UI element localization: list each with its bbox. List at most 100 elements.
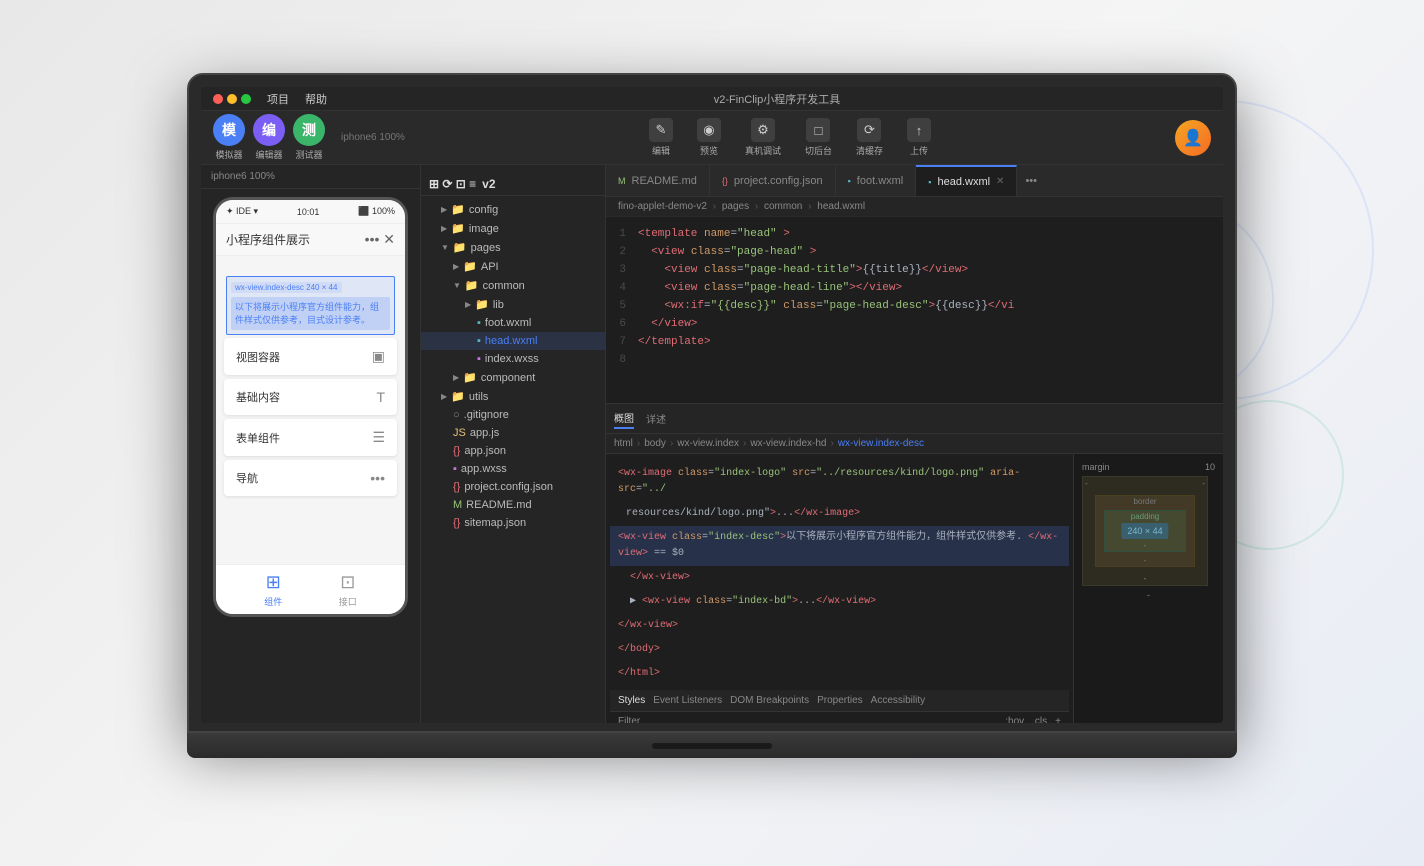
code-line-6: 6 </view>: [606, 315, 1223, 333]
tab-footwxml[interactable]: ▪ foot.wxml: [836, 165, 917, 196]
md-file-icon: M: [453, 499, 462, 511]
styles-tab-event-listeners[interactable]: Event Listeners: [653, 694, 722, 707]
nav-components[interactable]: ⊞ 组件: [264, 572, 282, 608]
devtools-tab-overview[interactable]: 概图: [614, 408, 634, 429]
breadcrumb: fino-applet-demo-v2 › pages › common › h…: [606, 197, 1223, 217]
wxss-file-icon: ▪: [477, 353, 481, 365]
tab-projectconfig[interactable]: {} project.config.json: [710, 165, 836, 196]
code-line-8: 8: [606, 351, 1223, 369]
preview-action[interactable]: ◉ 预览: [697, 118, 721, 157]
preview-icon: ◉: [697, 118, 721, 142]
tree-item-config[interactable]: ▶ 📁 config: [421, 200, 605, 219]
toolbar-left: 模 模拟器 编 编辑器 测 测试器 iphone6 100%: [213, 114, 405, 161]
chevron-icon: ▶: [441, 224, 447, 233]
device-debug-action[interactable]: ⚙ 真机调试: [745, 118, 781, 157]
box-border-bottom: -: [1144, 556, 1147, 565]
tree-item-utils[interactable]: ▶ 📁 utils: [421, 387, 605, 406]
devtools-body: <wx-image class="index-logo" src="../res…: [606, 454, 1223, 723]
tester-button[interactable]: 测 测试器: [293, 114, 325, 161]
phone-bottom-nav: ⊞ 组件 ⊡ 接口: [216, 564, 405, 614]
tree-item-api[interactable]: ▶ 📁 API: [421, 257, 605, 276]
styles-tabs: Styles Event Listeners DOM Breakpoints P…: [610, 690, 1069, 712]
tree-item-readme[interactable]: M README.md: [421, 496, 605, 514]
tree-item-common[interactable]: ▼ 📁 common: [421, 276, 605, 295]
list-item-icon-0: ▣: [372, 348, 385, 365]
edit-action[interactable]: ✎ 编辑: [649, 118, 673, 157]
devtools-header: 概图 详述: [606, 404, 1223, 434]
tree-item-image[interactable]: ▶ 📁 image: [421, 219, 605, 238]
list-item-label-2: 表单组件: [236, 430, 280, 446]
tree-item-label: head.wxml: [485, 335, 538, 347]
tree-item-pages[interactable]: ▼ 📁 pages: [421, 238, 605, 257]
path-index-desc[interactable]: wx-view.index-desc: [838, 438, 924, 449]
filter-input[interactable]: [648, 716, 997, 723]
path-html[interactable]: html: [614, 438, 633, 449]
main-content: iphone6 100% ✦ IDE ▾ 10:01 ⬛ 100% 小程序组件展…: [201, 165, 1223, 723]
close-button[interactable]: [213, 94, 223, 104]
maximize-button[interactable]: [241, 94, 251, 104]
highlight-text: 以下将展示小程序官方组件能力，组件样式仅供参考，目式设计参考。: [231, 297, 390, 330]
box-padding-bottom: -: [1144, 541, 1147, 550]
tree-item-foot-wxml[interactable]: ▪ foot.wxml: [421, 314, 605, 332]
path-index-hd[interactable]: wx-view.index-hd: [750, 438, 826, 449]
user-avatar[interactable]: 👤: [1175, 120, 1211, 156]
path-index[interactable]: wx-view.index: [677, 438, 739, 449]
menu-help[interactable]: 帮助: [305, 91, 327, 107]
filter-add[interactable]: +: [1055, 716, 1061, 723]
tree-item-gitignore[interactable]: ○ .gitignore: [421, 406, 605, 424]
background-action[interactable]: □ 切后台: [805, 118, 832, 157]
upload-action[interactable]: ↑ 上传: [907, 118, 931, 157]
tab-readme[interactable]: M README.md: [606, 165, 710, 196]
tree-item-projectconfig[interactable]: {} project.config.json: [421, 478, 605, 496]
tree-item-index-wxss[interactable]: ▪ index.wxss: [421, 350, 605, 368]
editor-icon: 编: [253, 114, 285, 146]
tree-item-label: project.config.json: [464, 481, 553, 493]
tab-icon-headwxml: ▪: [928, 177, 931, 187]
toolbar-right: 👤: [1175, 120, 1211, 156]
laptop-container: 项目 帮助 v2-FinClip小程序开发工具 模 模拟器 编 编辑器: [187, 73, 1237, 793]
tree-item-sitemap[interactable]: {} sitemap.json: [421, 514, 605, 532]
code-line-5: 5 <wx:if="{{desc}}" class="page-head-des…: [606, 297, 1223, 315]
filter-cls[interactable]: .cls: [1032, 716, 1047, 723]
tab-close-headwxml[interactable]: ✕: [996, 176, 1004, 187]
filter-hov[interactable]: :hov: [1005, 716, 1024, 723]
minimize-button[interactable]: [227, 94, 237, 104]
upload-icon: ↑: [907, 118, 931, 142]
menu-project[interactable]: 项目: [267, 91, 289, 107]
html-section: <wx-image class="index-logo" src="../res…: [610, 458, 1069, 690]
tab-icon-projectconfig: {}: [722, 176, 728, 186]
code-line-3: 3 <view class="page-head-title">{{title}…: [606, 261, 1223, 279]
simulator-button[interactable]: 模 模拟器: [213, 114, 245, 161]
styles-tab-styles[interactable]: Styles: [618, 694, 645, 707]
editor-code[interactable]: 1 <template name="head" > 2: [606, 217, 1223, 403]
tree-item-appjson[interactable]: {} app.json: [421, 442, 605, 460]
path-body[interactable]: body: [644, 438, 666, 449]
box-padding-title: padding: [1131, 512, 1159, 521]
devtools-tab-detail[interactable]: 详述: [646, 409, 666, 428]
styles-tab-accessibility[interactable]: Accessibility: [871, 694, 925, 707]
clear-cache-action[interactable]: ⟳ 清缓存: [856, 118, 883, 157]
styles-tab-dom-breakpoints[interactable]: DOM Breakpoints: [730, 694, 809, 707]
json-file-icon: {}: [453, 517, 460, 529]
html-line-0b: resources/kind/logo.png">...</wx-image>: [610, 502, 1069, 526]
phone-title-icons: ••• ✕: [365, 231, 395, 248]
tab-headwxml[interactable]: ▪ head.wxml ✕: [916, 165, 1017, 196]
styles-tab-properties[interactable]: Properties: [817, 694, 863, 707]
preview-panel: iphone6 100% ✦ IDE ▾ 10:01 ⬛ 100% 小程序组件展…: [201, 165, 421, 723]
tab-overflow[interactable]: •••: [1017, 165, 1045, 196]
tree-item-lib[interactable]: ▶ 📁 lib: [421, 295, 605, 314]
tree-item-head-wxml[interactable]: ▪ head.wxml: [421, 332, 605, 350]
nav-interface[interactable]: ⊡ 接口: [339, 572, 357, 608]
phone-list-item-2[interactable]: 表单组件 ☰: [224, 419, 397, 456]
phone-list-item-3[interactable]: 导航 •••: [224, 460, 397, 496]
tree-item-component[interactable]: ▶ 📁 component: [421, 368, 605, 387]
phone-list-item-1[interactable]: 基础内容 T: [224, 379, 397, 415]
tree-item-appjs[interactable]: JS app.js: [421, 424, 605, 442]
tree-item-label: utils: [469, 391, 489, 403]
editor-button[interactable]: 编 编辑器: [253, 114, 285, 161]
phone-list-item-0[interactable]: 视图容器 ▣: [224, 338, 397, 375]
tab-bar: M README.md {} project.config.json ▪ foo…: [606, 165, 1223, 197]
devtools-panel: 概图 详述 html › body › wx-view.index: [606, 403, 1223, 723]
tree-item-appwxss[interactable]: ▪ app.wxss: [421, 460, 605, 478]
tree-item-label: common: [483, 280, 525, 292]
